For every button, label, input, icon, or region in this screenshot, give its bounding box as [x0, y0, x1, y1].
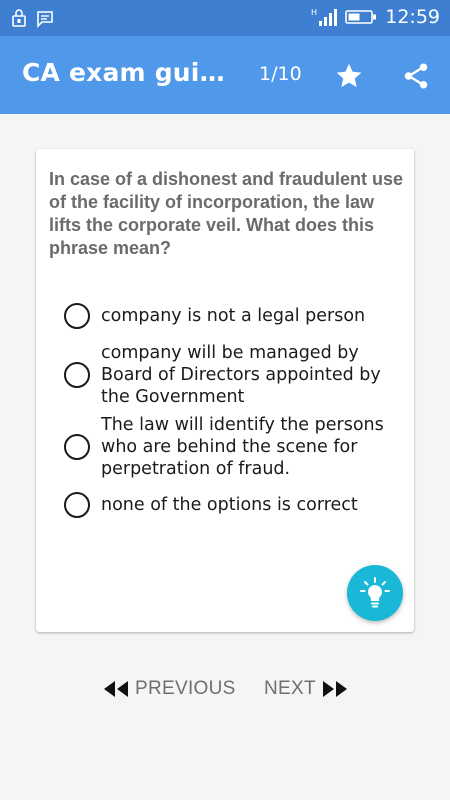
- lock-notification-icon: [12, 9, 26, 27]
- favorite-button[interactable]: [329, 56, 369, 96]
- option-3[interactable]: The law will identify the persons who ar…: [64, 414, 394, 480]
- radio-button[interactable]: [64, 303, 90, 329]
- clock: 12:59: [385, 6, 440, 28]
- page-indicator: 1/10: [259, 63, 302, 85]
- next-button[interactable]: NEXT: [264, 676, 348, 702]
- next-label: NEXT: [264, 678, 316, 699]
- share-icon: [404, 63, 428, 89]
- signal-icon: H: [311, 8, 338, 26]
- share-button[interactable]: [396, 56, 436, 96]
- svg-text:H: H: [311, 8, 317, 17]
- battery-icon: [345, 10, 377, 24]
- previous-label: PREVIOUS: [135, 678, 236, 699]
- app-title: CA exam guide...: [22, 58, 242, 87]
- radio-button[interactable]: [64, 434, 90, 460]
- option-1[interactable]: company is not a legal person: [64, 303, 394, 329]
- notification-icons: [10, 8, 54, 28]
- fast-forward-icon: [322, 681, 347, 697]
- option-4[interactable]: none of the options is correct: [64, 492, 394, 518]
- option-label: none of the options is correct: [101, 495, 358, 515]
- status-bar: H 12:59: [0, 0, 450, 36]
- previous-button[interactable]: PREVIOUS: [103, 676, 236, 702]
- question-text: In case of a dishonest and fraudulent us…: [49, 169, 404, 258]
- app-bar: CA exam guide... 1/10: [0, 36, 450, 114]
- question-card: In case of a dishonest and fraudulent us…: [36, 149, 414, 632]
- option-label: The law will identify the persons who ar…: [101, 415, 384, 479]
- option-2[interactable]: company will be managed by Board of Dire…: [64, 342, 394, 408]
- message-notification-icon: [37, 11, 53, 28]
- lightbulb-icon: [360, 577, 390, 608]
- option-label: company is not a legal person: [101, 306, 366, 326]
- radio-button[interactable]: [64, 362, 90, 388]
- option-label: company will be managed by Board of Dire…: [101, 343, 381, 407]
- star-icon: [336, 63, 362, 88]
- hint-button[interactable]: [347, 565, 403, 621]
- radio-button[interactable]: [64, 492, 90, 518]
- rewind-icon: [104, 681, 128, 697]
